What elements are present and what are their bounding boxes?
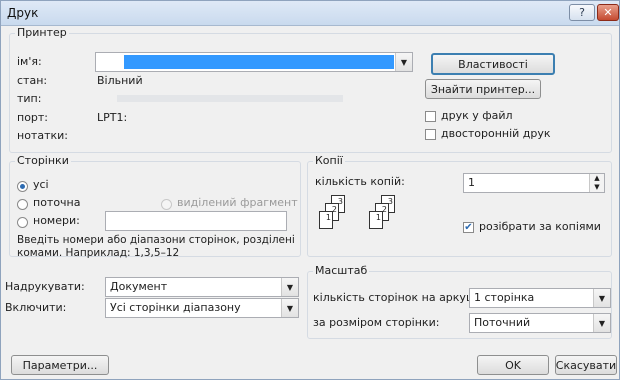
pages-hint-line2: комами. Наприклад: 1,3,5–12 — [17, 247, 180, 259]
title-bar[interactable]: Друк ? ✕ — [1, 1, 619, 26]
pages-per-sheet-label: кількість сторінок на аркуші: — [313, 291, 483, 304]
printer-name-label: ім'я: — [17, 55, 42, 68]
include-label: Включити: — [5, 301, 67, 314]
printer-status-label: стан: — [17, 74, 48, 87]
pages-range-input[interactable] — [105, 211, 287, 231]
printer-notes-label: нотатки: — [17, 129, 68, 142]
chevron-down-icon[interactable]: ▼ — [593, 314, 610, 332]
print-to-file-checkbox[interactable] — [425, 111, 436, 122]
printer-name-dropdown[interactable]: ▼ — [95, 52, 413, 72]
pages-range-label[interactable]: номери: — [33, 214, 80, 227]
printer-name-selected — [124, 55, 394, 69]
duplex-label[interactable]: двосторонній друк — [441, 127, 551, 140]
print-dialog: Друк ? ✕ Принтер ім'я: ▼ стан: Вільний т… — [0, 0, 620, 380]
pages-all-radio[interactable] — [17, 181, 28, 192]
pages-current-label[interactable]: поточна — [33, 196, 81, 209]
collate-label[interactable]: розібрати за копіями — [479, 220, 601, 233]
collate-checkbox[interactable]: ✔ — [463, 222, 474, 233]
copies-group-legend: Копії — [313, 154, 345, 167]
properties-button[interactable]: Властивості — [431, 53, 555, 75]
printer-type-label: тип: — [17, 92, 42, 105]
printer-group-legend: Принтер — [15, 26, 69, 39]
scale-label: за розміром сторінки: — [313, 316, 440, 329]
close-icon: ✕ — [603, 6, 613, 19]
pages-selection-label[interactable]: виділений фрагмент — [177, 196, 298, 209]
close-button[interactable]: ✕ — [597, 4, 619, 21]
pages-current-radio[interactable] — [17, 199, 28, 210]
pages-group-legend: Сторінки — [15, 154, 71, 167]
include-dropdown[interactable]: Усі сторінки діапазону ▼ — [105, 298, 299, 318]
scale-dropdown[interactable]: Поточний ▼ — [469, 313, 611, 333]
cancel-button[interactable]: Скасувати — [555, 355, 617, 375]
pages-all-label[interactable]: усі — [33, 178, 49, 191]
print-what-dropdown[interactable]: Документ ▼ — [105, 277, 299, 297]
printer-port-value: LPT1: — [97, 111, 128, 124]
spinner-icon[interactable]: ▲ ▼ — [589, 174, 604, 192]
chevron-down-icon[interactable]: ▼ — [593, 289, 610, 307]
printer-status-value: Вільний — [97, 74, 143, 87]
options-button[interactable]: Параметри... — [11, 355, 109, 375]
print-what-label: Надрукувати: — [5, 280, 85, 293]
print-to-file-label[interactable]: друк у файл — [441, 109, 513, 122]
help-button[interactable]: ? — [569, 4, 595, 21]
chevron-down-icon[interactable]: ▼ — [395, 53, 412, 71]
pages-selection-radio[interactable] — [161, 199, 172, 210]
copies-count-input[interactable]: 1 ▲ ▼ — [463, 173, 605, 193]
copies-count-label: кількість копій: — [315, 175, 405, 188]
find-printer-button[interactable]: Знайти принтер... — [425, 79, 541, 99]
printer-type-redacted — [117, 95, 343, 102]
ok-button[interactable]: OK — [477, 355, 549, 375]
chevron-down-icon[interactable]: ▼ — [281, 278, 298, 296]
printer-port-label: порт: — [17, 111, 49, 124]
pages-range-radio[interactable] — [17, 217, 28, 228]
chevron-down-icon[interactable]: ▼ — [281, 299, 298, 317]
duplex-checkbox[interactable] — [425, 129, 436, 140]
help-icon: ? — [579, 6, 585, 19]
pages-hint-line1: Введіть номери або діапазони сторінок, р… — [17, 234, 295, 246]
collate-illustration: 3 2 1 3 2 1 — [319, 195, 439, 241]
pages-per-sheet-dropdown[interactable]: 1 сторінка ▼ — [469, 288, 611, 308]
window-title: Друк — [7, 6, 39, 20]
zoom-group-legend: Масштаб — [313, 264, 370, 277]
